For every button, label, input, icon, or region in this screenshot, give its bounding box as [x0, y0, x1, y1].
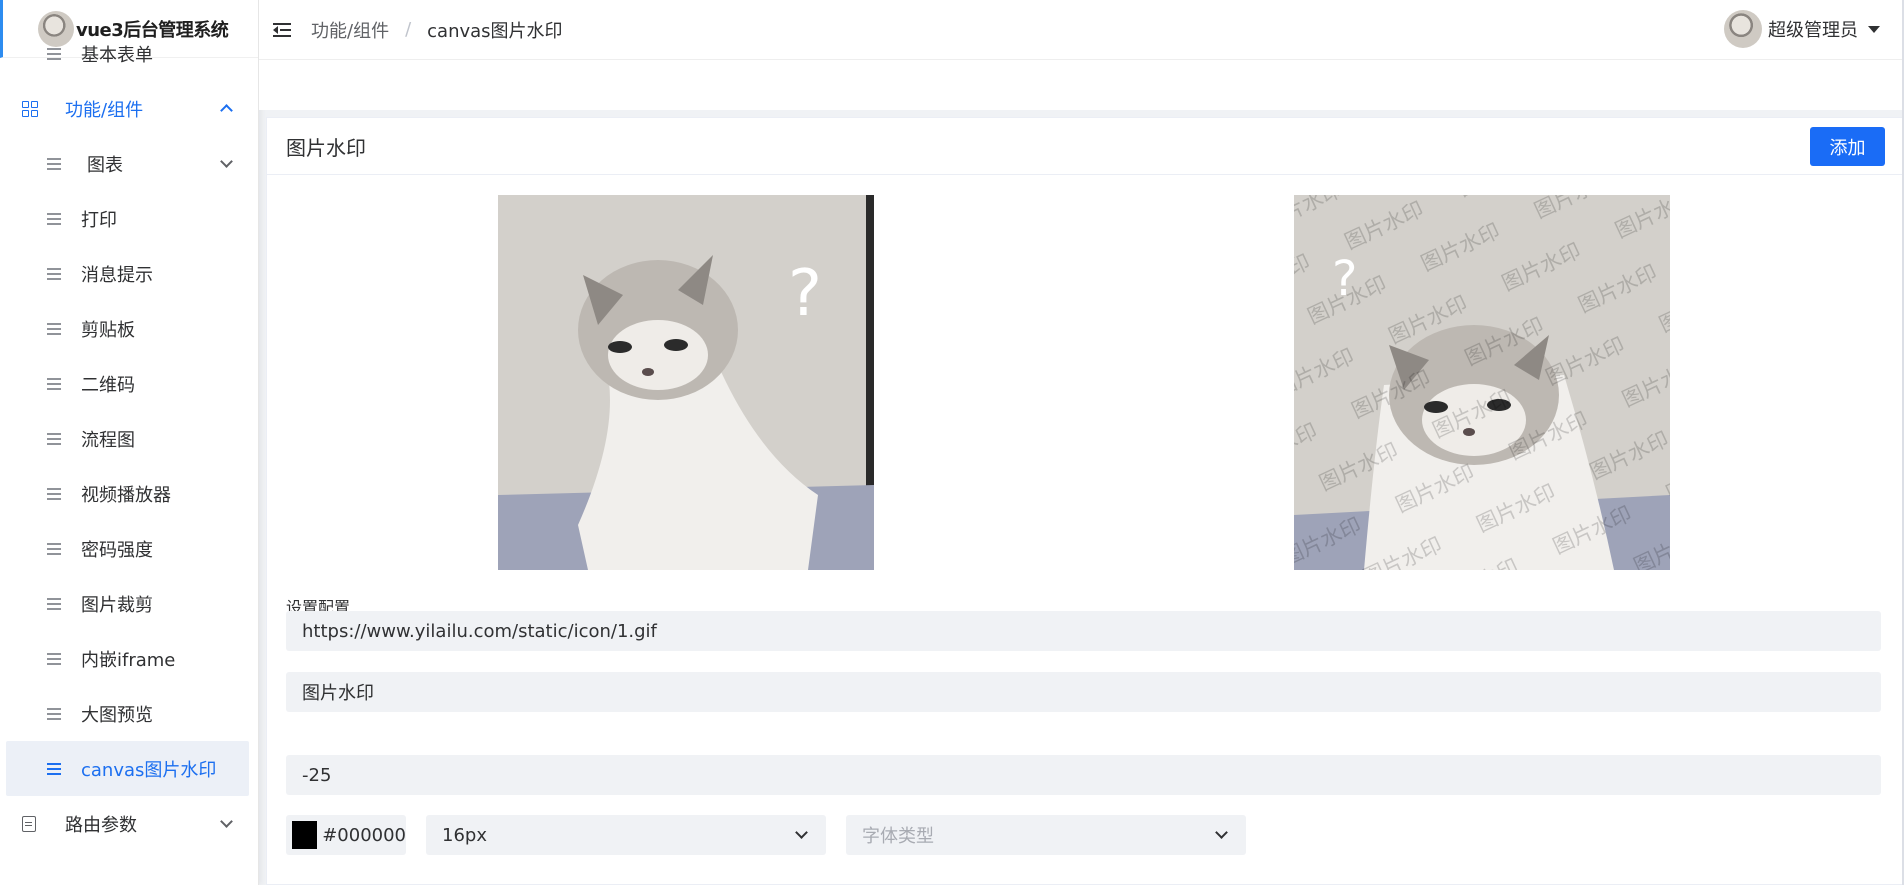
collapse-menu-icon[interactable] — [273, 22, 291, 37]
document-icon — [22, 815, 36, 832]
sidebar-item-print[interactable]: 打印 — [0, 191, 258, 246]
cat-image: ? — [498, 195, 874, 570]
card-title: 图片水印 — [286, 135, 366, 160]
rotate-input[interactable]: -25 — [286, 755, 1881, 795]
menu-icon — [47, 597, 61, 610]
watermark-text-input[interactable]: 图片水印 — [286, 672, 1881, 712]
sidebar-item-label: 剪贴板 — [81, 319, 135, 341]
style-controls: #000000 16px 字体类型 — [286, 815, 1246, 855]
tags-bar — [259, 60, 1904, 110]
sidebar-item-label: 打印 — [81, 209, 117, 231]
sidebar-item-route-params[interactable]: 路由参数 — [0, 796, 258, 851]
sidebar-item-label: 二维码 — [81, 374, 135, 396]
sidebar-item-label: 图片裁剪 — [81, 594, 153, 616]
sidebar-item-clipboard[interactable]: 剪贴板 — [0, 301, 258, 356]
breadcrumb-parent[interactable]: 功能/组件 — [311, 17, 389, 43]
color-swatch — [292, 821, 318, 849]
menu-icon — [47, 762, 61, 775]
sidebar-item-basic-form[interactable]: 基本表单 — [0, 26, 258, 81]
menu-icon — [47, 377, 61, 390]
menu-icon — [47, 322, 61, 335]
sidebar-item-video-player[interactable]: 视频播放器 — [0, 466, 258, 521]
watermarked-image: ? 图片水印图片水印图片水印图片水印图片水印图片水印图片水印图片水印图片水印图片… — [1294, 195, 1670, 570]
svg-text:?: ? — [1332, 251, 1357, 307]
sidebar-item-label: 密码强度 — [81, 539, 153, 561]
font-family-select[interactable]: 字体类型 — [846, 815, 1246, 855]
sidebar-item-label: canvas图片水印 — [81, 759, 217, 781]
menu-icon — [47, 432, 61, 445]
sidebar: vue3后台管理系统 基本表单 功能/组件 图表 打印 消息提示 剪贴板 二维码… — [0, 0, 259, 885]
sidebar-item-label: 消息提示 — [81, 264, 153, 286]
breadcrumb: 功能/组件 / canvas图片水印 — [311, 17, 563, 43]
cat-image: ? — [1294, 195, 1670, 570]
color-picker[interactable]: #000000 — [286, 815, 406, 855]
menu-icon — [47, 487, 61, 500]
sidebar-item-components[interactable]: 功能/组件 — [0, 81, 258, 136]
chevron-down-icon — [220, 155, 233, 168]
font-family-placeholder: 字体类型 — [862, 826, 934, 847]
user-name: 超级管理员 — [1768, 20, 1858, 41]
watermark-card: 图片水印 添加 ? ? 设置配置 https://www.yilailu.com… — [266, 117, 1904, 885]
menu-icon — [47, 47, 61, 60]
sidebar-item-label: 基本表单 — [81, 44, 153, 66]
chevron-down-icon — [1215, 826, 1228, 839]
sidebar-item-canvas-watermark[interactable]: canvas图片水印 — [6, 741, 249, 796]
original-image: ? — [498, 195, 874, 570]
color-value: #000000 — [322, 824, 406, 846]
sidebar-item-image-preview[interactable]: 大图预览 — [0, 686, 258, 741]
breadcrumb-current: canvas图片水印 — [427, 20, 563, 42]
user-menu[interactable]: 超级管理员 — [1724, 10, 1880, 48]
sidebar-item-iframe[interactable]: 内嵌iframe — [0, 631, 258, 686]
sidebar-item-label: 流程图 — [81, 429, 135, 451]
menu-icon — [47, 157, 61, 170]
sidebar-item-password-strength[interactable]: 密码强度 — [0, 521, 258, 576]
chevron-up-icon — [220, 104, 233, 117]
sidebar-item-label: 大图预览 — [81, 704, 153, 726]
image-url-input[interactable]: https://www.yilailu.com/static/icon/1.gi… — [286, 611, 1881, 651]
sidebar-item-label: 视频播放器 — [81, 484, 171, 506]
sidebar-item-label: 功能/组件 — [65, 99, 144, 121]
breadcrumb-separator: / — [405, 19, 412, 40]
sidebar-item-label: 内嵌iframe — [81, 649, 176, 671]
sidebar-item-qrcode[interactable]: 二维码 — [0, 356, 258, 411]
sidebar-item-message[interactable]: 消息提示 — [0, 246, 258, 301]
caret-down-icon — [1868, 25, 1880, 33]
sidebar-item-label: 路由参数 — [65, 814, 137, 836]
grid-icon — [22, 100, 38, 117]
font-size-select[interactable]: 16px — [426, 815, 826, 855]
card-header: 图片水印 — [267, 118, 1903, 175]
sidebar-item-flowchart[interactable]: 流程图 — [0, 411, 258, 466]
user-avatar — [1724, 10, 1762, 48]
chevron-down-icon — [795, 826, 808, 839]
svg-text:?: ? — [788, 257, 822, 331]
add-button[interactable]: 添加 — [1810, 127, 1885, 166]
menu-icon — [47, 652, 61, 665]
sidebar-item-charts[interactable]: 图表 — [0, 136, 258, 191]
sidebar-menu: 基本表单 功能/组件 图表 打印 消息提示 剪贴板 二维码 流程图 视频播放器 … — [0, 45, 258, 851]
chevron-down-icon — [220, 815, 233, 828]
sidebar-item-label: 图表 — [87, 154, 123, 176]
app: vue3后台管理系统 基本表单 功能/组件 图表 打印 消息提示 剪贴板 二维码… — [0, 0, 1904, 885]
menu-icon — [47, 542, 61, 555]
menu-icon — [47, 707, 61, 720]
menu-icon — [47, 267, 61, 280]
sidebar-item-image-crop[interactable]: 图片裁剪 — [0, 576, 258, 631]
font-size-value: 16px — [442, 824, 487, 846]
menu-icon — [47, 212, 61, 225]
top-header: 功能/组件 / canvas图片水印 超级管理员 — [259, 0, 1904, 60]
